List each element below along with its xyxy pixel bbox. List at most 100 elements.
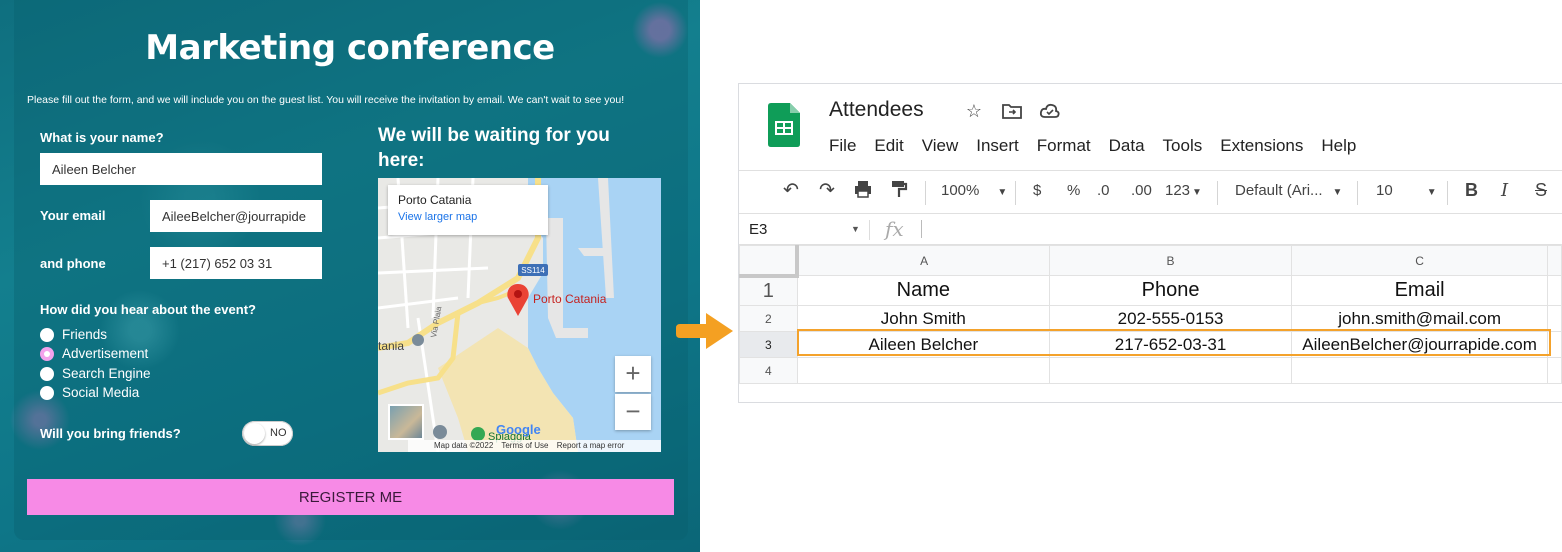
column-header-b[interactable]: B xyxy=(1048,245,1293,276)
toolbar-separator xyxy=(925,181,926,205)
radio-button[interactable] xyxy=(40,385,54,400)
toolbar-separator xyxy=(1217,181,1218,205)
currency-format-button[interactable]: $ xyxy=(1033,182,1041,199)
font-select[interactable]: Default (Ari... ▼ xyxy=(1235,182,1342,199)
radio-option-advertisement[interactable]: Advertisement xyxy=(40,346,148,361)
chevron-down-icon: ▼ xyxy=(1426,187,1437,198)
radio-option-social-media[interactable]: Social Media xyxy=(40,385,139,400)
google-logo: Google xyxy=(496,422,541,437)
zoom-out-button[interactable]: − xyxy=(615,394,651,430)
cell-b4[interactable] xyxy=(1048,357,1293,384)
toggle-knob xyxy=(244,423,265,444)
cell-b2[interactable]: 202-555-0153 xyxy=(1048,305,1293,332)
star-icon[interactable]: ☆ xyxy=(963,100,985,122)
font-size-select[interactable]: 10 ▼ xyxy=(1376,182,1437,199)
chevron-down-icon: ▼ xyxy=(1192,187,1202,198)
cell-a1[interactable]: Name xyxy=(796,275,1050,306)
name-box[interactable]: E3 xyxy=(749,221,767,238)
report-error-link[interactable]: Report a map error xyxy=(557,441,625,450)
column-header-d[interactable] xyxy=(1547,245,1562,276)
name-label: What is your name? xyxy=(40,130,164,145)
satellite-toggle-thumbnail[interactable] xyxy=(388,404,424,440)
cell-d3[interactable] xyxy=(1547,331,1562,358)
cell-a3[interactable]: Aileen Belcher xyxy=(796,331,1050,358)
italic-button[interactable]: I xyxy=(1501,180,1508,201)
undo-icon[interactable]: ↶ xyxy=(783,179,799,202)
menu-tools[interactable]: Tools xyxy=(1163,136,1203,156)
menu-view[interactable]: View xyxy=(922,136,959,156)
title-icons: ☆ xyxy=(963,100,1061,122)
name-input[interactable] xyxy=(40,153,322,185)
chevron-down-icon: ▼ xyxy=(1332,187,1343,198)
chevron-down-icon[interactable]: ▼ xyxy=(851,224,860,234)
menu-data[interactable]: Data xyxy=(1109,136,1145,156)
terms-link[interactable]: Terms of Use xyxy=(501,441,548,450)
cell-c2[interactable]: john.smith@mail.com xyxy=(1291,305,1549,332)
zoom-value: 100% xyxy=(941,182,980,199)
menu-help[interactable]: Help xyxy=(1321,136,1356,156)
cell-a4[interactable] xyxy=(796,357,1050,384)
font-size-value: 10 xyxy=(1376,182,1393,199)
screenshot-root: Marketing conference Please fill out the… xyxy=(0,0,1562,552)
redo-icon[interactable]: ↷ xyxy=(819,179,835,202)
cell-b3[interactable]: 217-652-03-31 xyxy=(1048,331,1293,358)
radio-option-search-engine[interactable]: Search Engine xyxy=(40,366,151,381)
menu-extensions[interactable]: Extensions xyxy=(1220,136,1303,156)
radio-button[interactable] xyxy=(40,366,54,381)
chevron-down-icon: ▼ xyxy=(997,187,1008,198)
radio-button[interactable] xyxy=(40,327,54,342)
menu-edit[interactable]: Edit xyxy=(874,136,903,156)
bring-friends-toggle[interactable]: NO xyxy=(242,421,293,446)
toolbar-separator xyxy=(1357,181,1358,205)
cell-c4[interactable] xyxy=(1291,357,1549,384)
cell-c1[interactable]: Email xyxy=(1291,275,1549,306)
map-data-text: Map data ©2022 xyxy=(434,441,494,450)
zoom-in-button[interactable]: + xyxy=(615,356,651,392)
percent-format-button[interactable]: % xyxy=(1067,182,1080,199)
row-header[interactable]: 2 xyxy=(739,305,798,332)
radio-label: Search Engine xyxy=(62,366,151,381)
cell-d1[interactable] xyxy=(1547,275,1562,306)
radio-button-selected[interactable] xyxy=(40,346,54,361)
column-header-c[interactable]: C xyxy=(1291,245,1549,276)
menu-format[interactable]: Format xyxy=(1037,136,1091,156)
menu-file[interactable]: File xyxy=(829,136,856,156)
bold-button[interactable]: B xyxy=(1465,180,1478,201)
decrease-decimal-button[interactable]: .0 xyxy=(1097,182,1110,199)
radio-option-friends[interactable]: Friends xyxy=(40,327,107,342)
road-badge-text: SS114 xyxy=(521,266,545,275)
row-header[interactable]: 1 xyxy=(739,275,798,306)
paint-format-icon[interactable] xyxy=(889,179,909,205)
register-button[interactable]: REGISTER ME xyxy=(27,479,674,515)
row-header[interactable]: 4 xyxy=(739,357,798,384)
cell-d4[interactable] xyxy=(1547,357,1562,384)
email-input[interactable] xyxy=(150,200,322,232)
menu-insert[interactable]: Insert xyxy=(976,136,1019,156)
cell-b1[interactable]: Phone xyxy=(1048,275,1293,306)
font-value: Default (Ari... xyxy=(1235,182,1323,199)
form-subtitle: Please fill out the form, and we will in… xyxy=(27,94,625,106)
strikethrough-button[interactable]: S xyxy=(1535,180,1547,201)
row-header[interactable]: 3 xyxy=(739,331,798,358)
zoom-select[interactable]: 100% ▼ xyxy=(941,182,1007,199)
move-folder-icon[interactable] xyxy=(1001,100,1023,122)
column-header-a[interactable]: A xyxy=(796,245,1050,276)
phone-input[interactable] xyxy=(150,247,322,279)
view-larger-map-link[interactable]: View larger map xyxy=(398,211,538,223)
cell-d2[interactable] xyxy=(1547,305,1562,332)
embedded-map[interactable]: SS114 Via Plaia tania Spiaggia Porto Cat… xyxy=(378,178,661,452)
phone-label: and phone xyxy=(40,256,106,271)
cell-c3[interactable]: AileenBelcher@jourrapide.com xyxy=(1291,331,1549,358)
radio-label: Friends xyxy=(62,327,108,342)
form-title: Marketing conference xyxy=(145,28,555,68)
document-title[interactable]: Attendees xyxy=(829,98,924,122)
select-all-corner[interactable] xyxy=(739,245,800,278)
toolbar-separator xyxy=(1447,181,1448,205)
cell-a2[interactable]: John Smith xyxy=(796,305,1050,332)
increase-decimal-button[interactable]: .00 xyxy=(1131,182,1152,199)
cloud-status-icon[interactable] xyxy=(1039,100,1061,122)
district-label: tania xyxy=(378,339,404,353)
more-formats-button[interactable]: 123 ▼ xyxy=(1165,182,1202,199)
email-label: Your email xyxy=(40,208,106,223)
print-icon[interactable] xyxy=(853,179,873,205)
